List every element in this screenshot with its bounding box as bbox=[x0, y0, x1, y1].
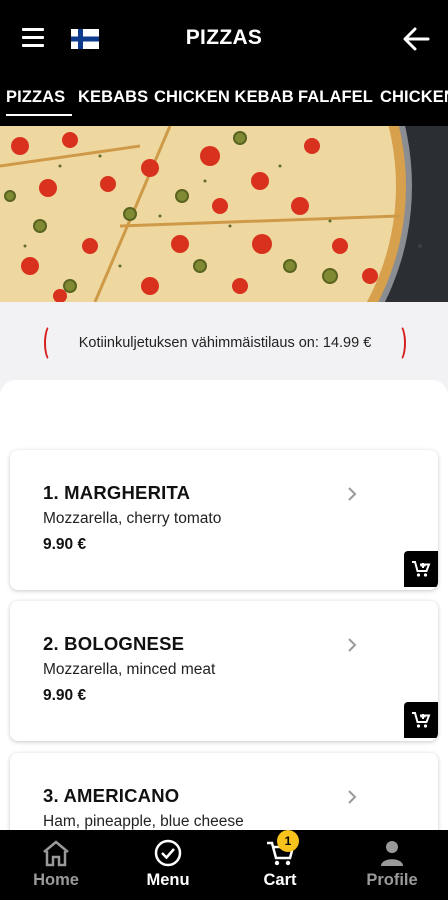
nav-home[interactable]: Home bbox=[0, 830, 112, 900]
product-price: 9.90 € bbox=[43, 687, 87, 704]
tab-pizzas[interactable]: PIZZAS bbox=[6, 88, 65, 107]
category-hero-image bbox=[0, 126, 448, 302]
add-to-cart-icon bbox=[412, 561, 431, 577]
product-card-bolognese[interactable]: 2. BOLOGNESE Mozzarella, minced meat 9.9… bbox=[10, 601, 438, 741]
product-title: 1. MARGHERITA bbox=[43, 482, 191, 503]
top-bar: PIZZAS bbox=[0, 0, 448, 80]
add-to-cart-button[interactable] bbox=[404, 702, 438, 738]
arrow-left-icon[interactable] bbox=[402, 26, 430, 52]
nav-home-label: Home bbox=[33, 871, 79, 889]
tab-kebabs[interactable]: KEBABS bbox=[78, 88, 148, 107]
product-title: 2. BOLOGNESE bbox=[43, 633, 185, 654]
product-description: Ham, pineapple, blue cheese bbox=[43, 813, 244, 830]
bottom-navigation: Home Menu Cart Profile bbox=[0, 830, 448, 900]
chevron-right-icon bbox=[348, 487, 357, 501]
product-description: Mozzarella, minced meat bbox=[43, 661, 216, 678]
minimum-order-text: Kotiinkuljetuksen vähimmäistilaus on: 14… bbox=[78, 335, 372, 351]
notice-bracket-right bbox=[392, 324, 406, 362]
nav-menu-label: Menu bbox=[146, 871, 190, 889]
product-price: 9.90 € bbox=[43, 536, 87, 553]
chevron-right-icon bbox=[348, 638, 357, 652]
add-to-cart-icon bbox=[412, 712, 431, 728]
app-root: PIZZAS PIZZAS KEBABS CHICKEN KEBAB FALAF… bbox=[0, 0, 448, 900]
nav-menu[interactable]: Menu bbox=[112, 830, 224, 900]
nav-profile[interactable]: Profile bbox=[336, 830, 448, 900]
tab-chicken-kebab[interactable]: CHICKEN KEBAB bbox=[154, 88, 294, 107]
nav-profile-label: Profile bbox=[366, 871, 418, 889]
active-tab-indicator bbox=[6, 114, 72, 116]
person-icon bbox=[381, 841, 403, 866]
page-title: PIZZAS bbox=[185, 26, 263, 49]
add-to-cart-button[interactable] bbox=[404, 551, 438, 587]
nav-cart-label: Cart bbox=[263, 871, 297, 889]
product-card-margherita[interactable]: 1. MARGHERITA Mozzarella, cherry tomato … bbox=[10, 450, 438, 590]
tab-chicken[interactable]: CHICKEN bbox=[380, 88, 448, 107]
category-tabs: PIZZAS KEBABS CHICKEN KEBAB FALAFEL CHIC… bbox=[0, 80, 448, 126]
check-circle-icon bbox=[154, 839, 182, 867]
home-icon bbox=[43, 840, 69, 867]
product-description: Mozzarella, cherry tomato bbox=[43, 510, 222, 527]
tab-falafel[interactable]: FALAFEL bbox=[298, 88, 373, 107]
product-title: 3. AMERICANO bbox=[43, 785, 180, 806]
product-list: 1. MARGHERITA Mozzarella, cherry tomato … bbox=[0, 380, 448, 900]
minimum-order-notice: Kotiinkuljetuksen vähimmäistilaus on: 14… bbox=[44, 324, 406, 362]
chevron-right-icon bbox=[348, 790, 357, 804]
cart-count-badge: 1 bbox=[277, 830, 299, 852]
